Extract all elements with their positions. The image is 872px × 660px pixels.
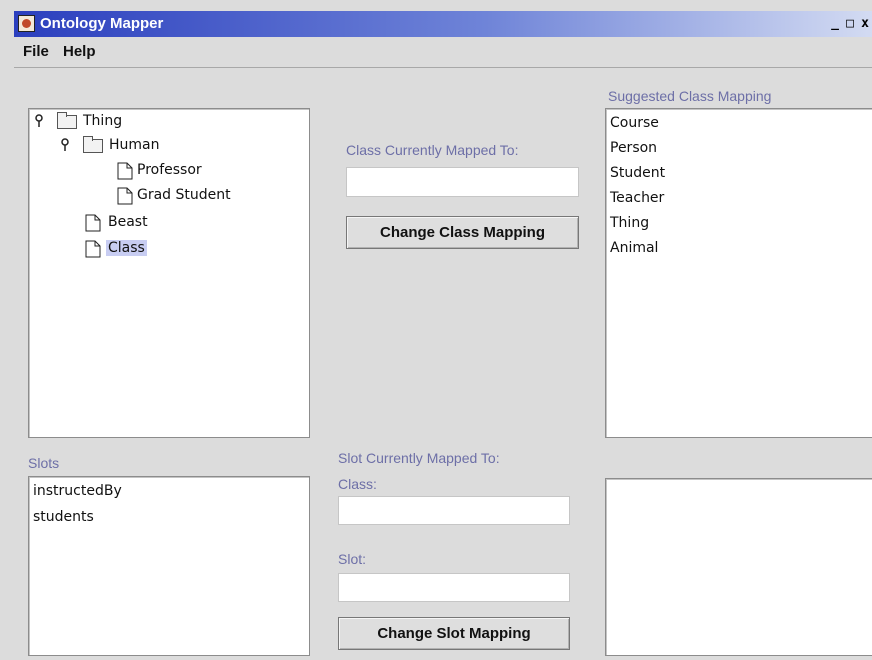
expand-handle-icon[interactable] bbox=[60, 138, 70, 152]
file-icon bbox=[117, 162, 133, 180]
list-item[interactable]: Teacher bbox=[610, 190, 664, 206]
minimize-button[interactable]: _ bbox=[828, 15, 842, 32]
file-icon bbox=[85, 214, 101, 232]
suggested-class-mapping-label: Suggested Class Mapping bbox=[608, 88, 772, 104]
app-icon bbox=[18, 15, 35, 32]
slot-class-field[interactable] bbox=[338, 496, 570, 525]
class-mapped-field[interactable] bbox=[346, 167, 579, 197]
slot-slot-label: Slot: bbox=[338, 551, 367, 567]
slot-class-label: Class: bbox=[338, 476, 377, 492]
tree-node-grad-student[interactable]: Grad Student bbox=[29, 186, 299, 208]
change-class-mapping-button[interactable]: Change Class Mapping bbox=[346, 216, 579, 249]
tree-node-class[interactable]: Class bbox=[29, 239, 299, 261]
folder-icon bbox=[83, 136, 103, 153]
slot-slot-field[interactable] bbox=[338, 573, 570, 602]
maximize-button[interactable]: □ bbox=[843, 15, 857, 32]
suggested-class-list[interactable]: Course Person Student Teacher Thing Anim… bbox=[605, 108, 872, 438]
slots-label: Slots bbox=[28, 455, 60, 471]
class-tree[interactable]: Thing Human Professor Grad Student Beast bbox=[28, 108, 310, 438]
list-item[interactable]: Course bbox=[610, 115, 659, 131]
tree-node-label-selected: Class bbox=[106, 240, 147, 256]
tree-node-label: Human bbox=[109, 137, 160, 153]
list-item[interactable]: Animal bbox=[610, 240, 658, 256]
change-slot-mapping-button[interactable]: Change Slot Mapping bbox=[338, 617, 570, 650]
file-icon bbox=[117, 187, 133, 205]
list-item[interactable]: Thing bbox=[610, 215, 649, 231]
slots-list[interactable]: instructedBy students bbox=[28, 476, 310, 656]
folder-icon bbox=[57, 112, 77, 129]
tree-node-label: Professor bbox=[137, 162, 202, 178]
class-mapped-label: Class Currently Mapped To: bbox=[346, 142, 519, 158]
tree-node-label: Thing bbox=[83, 113, 123, 129]
tree-node-thing[interactable]: Thing bbox=[29, 112, 299, 134]
list-item[interactable]: students bbox=[33, 509, 94, 525]
window-controls: _ □ x bbox=[827, 14, 872, 32]
tree-node-label: Beast bbox=[108, 214, 148, 230]
menu-help[interactable]: Help bbox=[63, 43, 96, 60]
list-item[interactable]: Student bbox=[610, 165, 665, 181]
expand-handle-icon[interactable] bbox=[34, 114, 44, 128]
menu-bar: File Help bbox=[14, 37, 872, 68]
list-item[interactable]: instructedBy bbox=[33, 483, 122, 499]
tree-node-label: Grad Student bbox=[137, 187, 231, 203]
file-icon bbox=[85, 240, 101, 258]
suggested-slot-list[interactable] bbox=[605, 478, 872, 656]
tree-node-professor[interactable]: Professor bbox=[29, 161, 299, 183]
title-bar: Ontology Mapper _ □ x bbox=[14, 11, 872, 37]
list-item[interactable]: Person bbox=[610, 140, 657, 156]
tree-node-human[interactable]: Human bbox=[29, 136, 299, 158]
slot-mapped-label: Slot Currently Mapped To: bbox=[338, 450, 500, 466]
close-button[interactable]: x bbox=[858, 15, 872, 32]
menu-file[interactable]: File bbox=[23, 43, 49, 60]
tree-node-beast[interactable]: Beast bbox=[29, 213, 299, 235]
window-title: Ontology Mapper bbox=[40, 15, 164, 32]
